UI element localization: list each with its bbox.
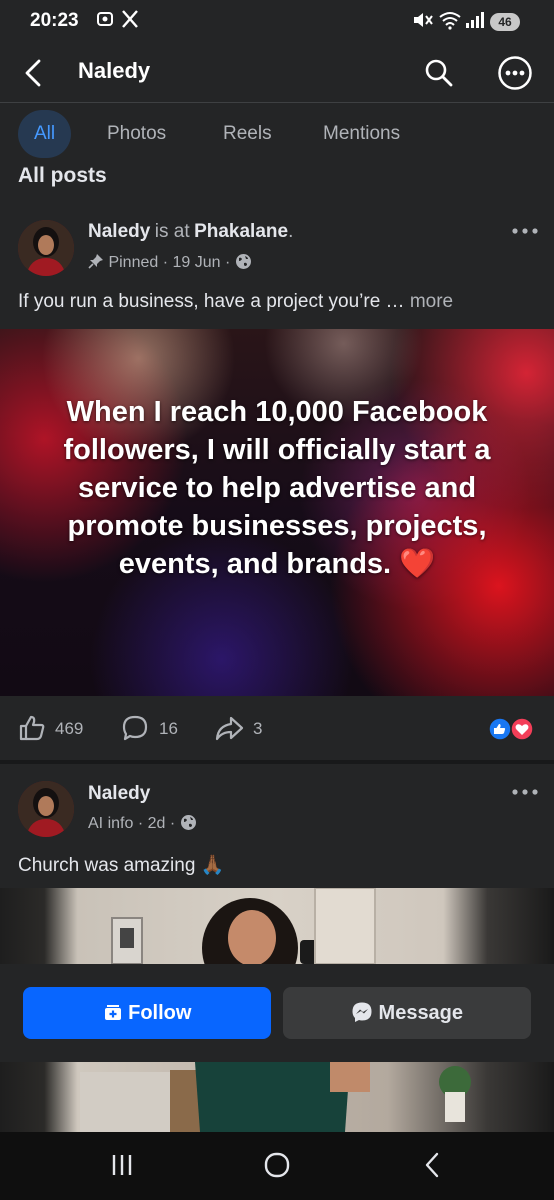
- recent-apps-icon[interactable]: [110, 1153, 134, 1182]
- like-icon[interactable]: [18, 714, 46, 747]
- status-time: 20:23: [30, 10, 79, 31]
- post-meta: AI info · 2d ·: [88, 814, 197, 833]
- period: .: [288, 221, 294, 242]
- meta-separator: ·: [162, 254, 173, 271]
- post-author[interactable]: Naledy: [88, 221, 150, 242]
- back-nav-icon[interactable]: [422, 1152, 442, 1183]
- heart-emoji: ❤️: [399, 548, 436, 580]
- share-count[interactable]: 3: [253, 719, 262, 739]
- meta-separator: ·: [137, 815, 148, 832]
- tab-photos[interactable]: Photos: [91, 110, 182, 158]
- pin-icon: [88, 254, 108, 271]
- love-reaction-icon: [510, 717, 534, 746]
- follow-icon: [103, 1002, 129, 1024]
- post-header-line: Naledy is at Phakalane.: [88, 221, 293, 243]
- avatar[interactable]: [18, 220, 74, 276]
- share-icon[interactable]: [214, 714, 244, 747]
- see-more-link[interactable]: more: [410, 291, 453, 312]
- post-text: Church was amazing 🙏🏾: [18, 853, 224, 877]
- checkin-prefix: is at: [154, 221, 190, 242]
- message-button[interactable]: Message: [283, 987, 531, 1039]
- post-location[interactable]: Phakalane: [194, 221, 288, 242]
- back-arrow-icon[interactable]: [22, 58, 46, 93]
- post-meta: Pinned · 19 Jun ·: [88, 253, 252, 272]
- post-separator: [0, 760, 554, 764]
- post-more-icon[interactable]: [510, 218, 540, 244]
- post-image[interactable]: When I reach 10,000 Facebook followers, …: [0, 329, 554, 696]
- mute-icon: [412, 10, 434, 35]
- post-date[interactable]: 2d: [148, 815, 166, 832]
- post-author[interactable]: Naledy: [88, 783, 150, 805]
- meta-separator: ·: [225, 254, 235, 271]
- post-text-content: Church was amazing: [18, 855, 196, 876]
- page-title: Naledy: [78, 58, 151, 83]
- globe-icon: [180, 815, 197, 832]
- system-nav-bar: [0, 1132, 554, 1200]
- x-app-icon: [121, 9, 139, 34]
- pinned-label: Pinned: [108, 254, 159, 271]
- follow-button[interactable]: Follow: [23, 987, 271, 1039]
- post-image-continued[interactable]: [0, 1062, 554, 1132]
- like-count[interactable]: 469: [55, 719, 83, 739]
- post-image[interactable]: [0, 888, 554, 964]
- post-text-content: If you run a business, have a project yo…: [18, 291, 405, 312]
- comment-icon[interactable]: [121, 714, 149, 747]
- tab-all[interactable]: All: [18, 110, 72, 158]
- more-options-icon[interactable]: [497, 55, 533, 96]
- pray-emoji: 🙏🏾: [200, 855, 225, 876]
- wifi-icon: [438, 10, 462, 35]
- tab-reels[interactable]: Reels: [207, 110, 288, 158]
- home-icon[interactable]: [264, 1152, 290, 1183]
- status-bar: 20:23 46: [0, 0, 554, 46]
- post-text: If you run a business, have a project yo…: [18, 291, 453, 313]
- search-icon[interactable]: [424, 58, 454, 93]
- section-title: All posts: [18, 164, 107, 187]
- comment-count[interactable]: 16: [159, 719, 178, 739]
- header-divider: [0, 102, 554, 103]
- meta-separator: ·: [169, 815, 180, 832]
- messenger-icon: [351, 1002, 379, 1024]
- follow-label: Follow: [128, 1002, 192, 1024]
- post-more-icon[interactable]: [510, 779, 540, 805]
- post-image-text: When I reach 10,000 Facebook followers, …: [30, 393, 524, 583]
- ai-info-label[interactable]: AI info: [88, 815, 133, 832]
- post-date[interactable]: 19 Jun: [173, 254, 221, 271]
- signal-icon: [464, 10, 486, 35]
- screenshot-icon: [95, 9, 115, 34]
- like-reaction-icon: [488, 717, 512, 746]
- battery-icon: 46: [490, 13, 520, 31]
- tab-mentions[interactable]: Mentions: [307, 110, 416, 158]
- globe-icon: [235, 254, 252, 271]
- action-bar: Follow Message: [0, 964, 554, 1062]
- message-label: Message: [378, 1002, 464, 1024]
- avatar[interactable]: [18, 781, 74, 837]
- header: Naledy: [0, 46, 554, 102]
